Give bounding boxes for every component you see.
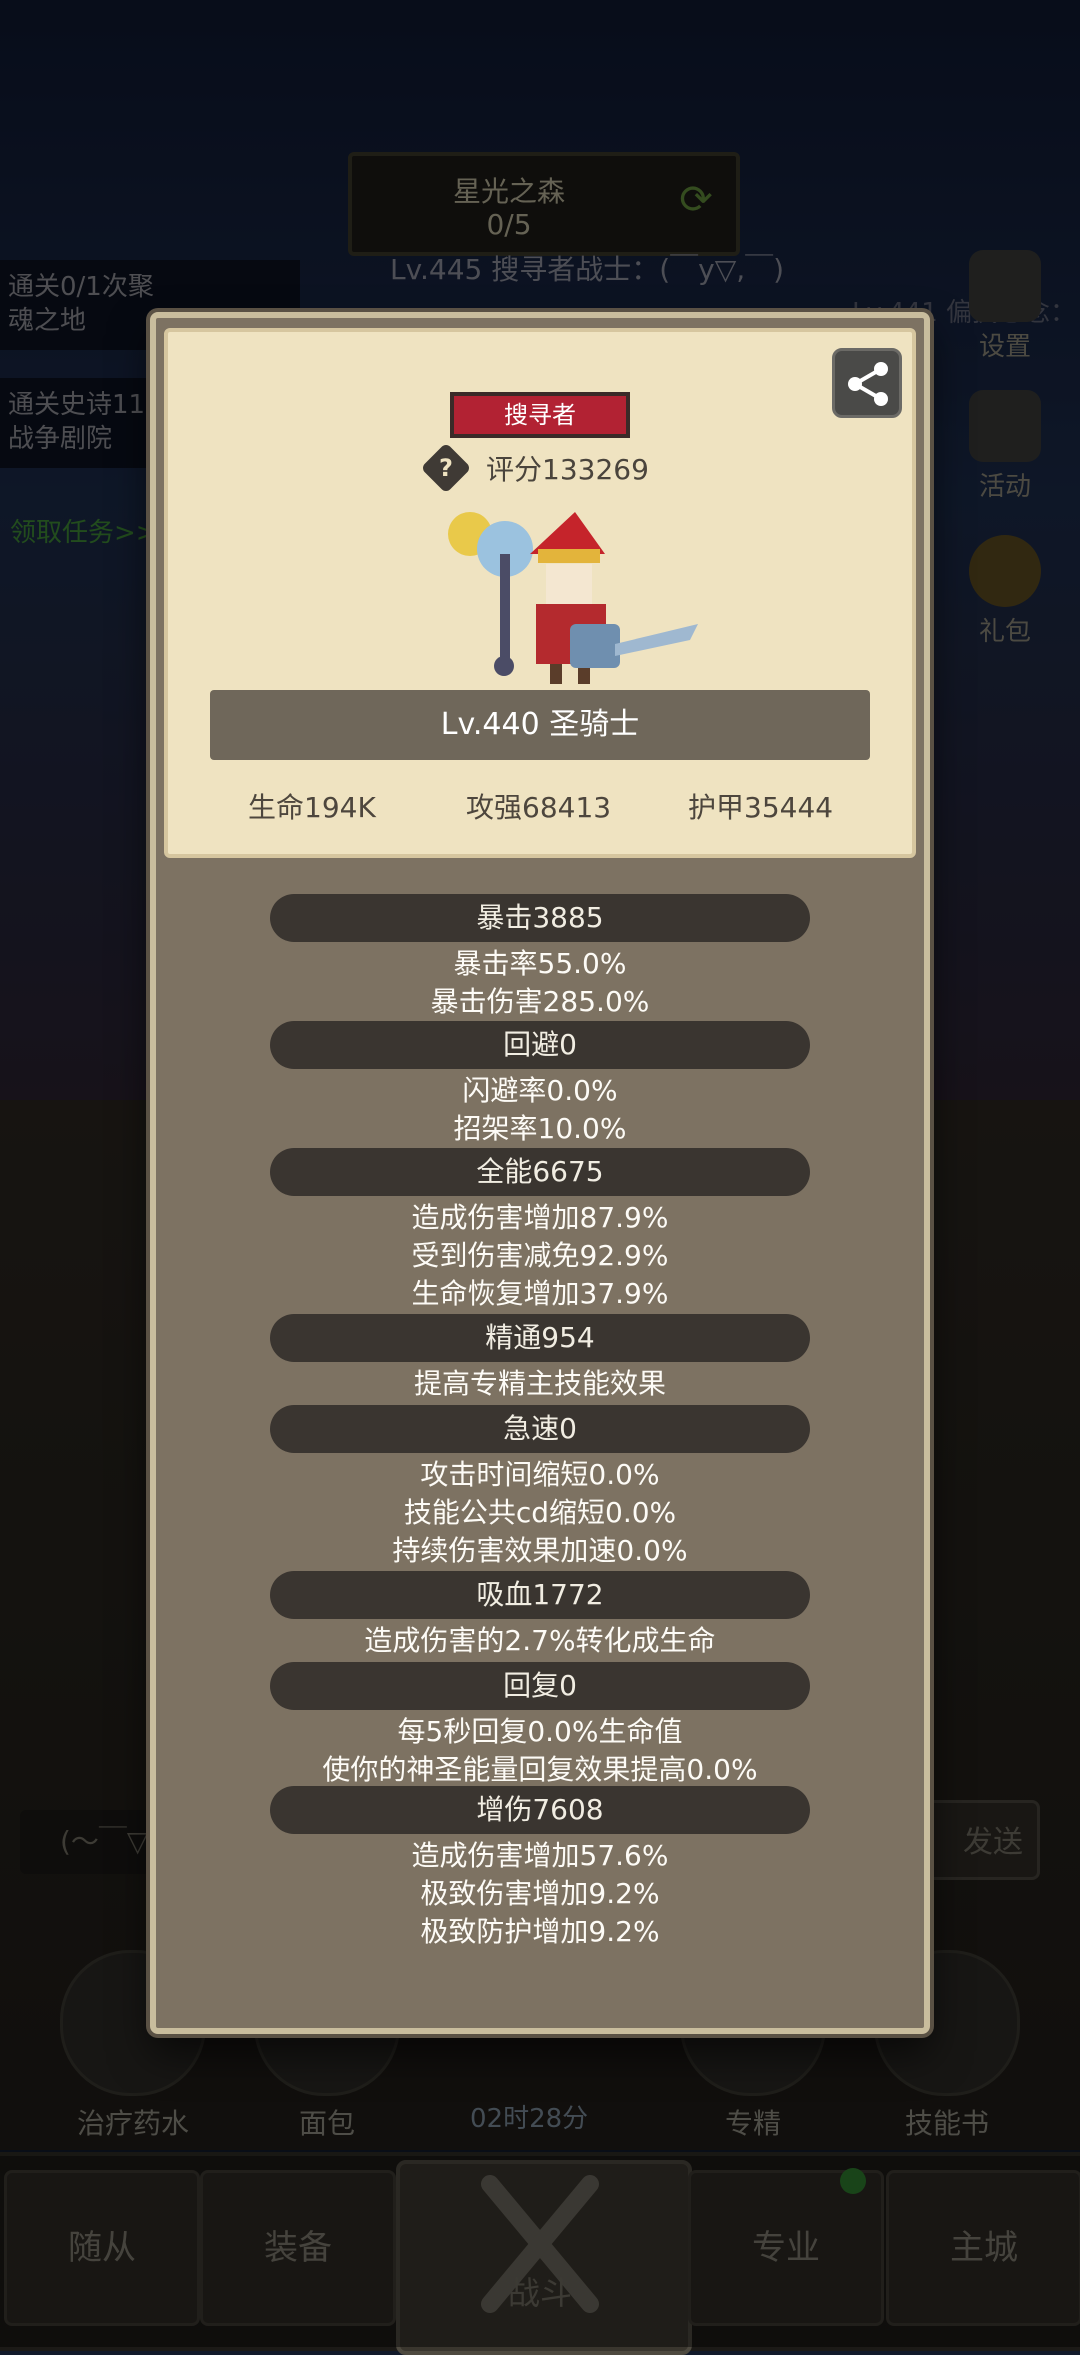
stat-attack: 攻强68413 bbox=[466, 791, 612, 824]
stat-line: 使你的神圣能量回复效果提高0.0% bbox=[322, 1753, 758, 1786]
stat-line: 提高专精主技能效果 bbox=[413, 1367, 666, 1400]
section-damage-increase: 增伤7608 bbox=[270, 1786, 810, 1834]
stat-line: 攻击时间缩短0.0% bbox=[420, 1458, 660, 1491]
stat-line: 造成伤害增加57.6% bbox=[411, 1839, 669, 1872]
stat-hp: 生命194K bbox=[248, 791, 376, 824]
section-mastery: 精通954 bbox=[270, 1314, 810, 1362]
stat-line: 暴击率55.0% bbox=[453, 947, 627, 980]
stat-line: 招架率10.0% bbox=[453, 1112, 627, 1145]
section-regen: 回复0 bbox=[270, 1662, 810, 1710]
class-tag: 搜寻者 bbox=[450, 392, 630, 438]
stat-line: 生命恢复增加37.9% bbox=[411, 1277, 669, 1310]
question-mark-icon: ? bbox=[439, 454, 453, 482]
stat-line: 每5秒回复0.0%生命值 bbox=[397, 1715, 683, 1748]
share-icon bbox=[848, 362, 888, 406]
stat-line: 造成伤害的2.7%转化成生命 bbox=[364, 1624, 716, 1657]
section-leech: 吸血1772 bbox=[270, 1571, 810, 1619]
stat-line: 闪避率0.0% bbox=[462, 1074, 618, 1107]
stat-line: 技能公共cd缩短0.0% bbox=[403, 1496, 677, 1529]
section-avoidance: 回避0 bbox=[270, 1021, 810, 1069]
stat-line: 极致伤害增加9.2% bbox=[420, 1877, 660, 1910]
paladin-avatar bbox=[448, 512, 698, 684]
score: 评分133269 bbox=[486, 453, 649, 486]
stat-line: 受到伤害减免92.9% bbox=[411, 1239, 669, 1272]
stat-line: 持续伤害效果加速0.0% bbox=[392, 1534, 688, 1567]
stat-armor: 护甲35444 bbox=[688, 791, 834, 824]
share-button[interactable] bbox=[832, 348, 902, 418]
section-haste: 急速0 bbox=[270, 1405, 810, 1453]
hero-name: Lv.440 圣骑士 bbox=[440, 707, 640, 742]
section-crit: 暴击3885 bbox=[270, 894, 810, 942]
stat-line: 极致防护增加9.2% bbox=[420, 1915, 660, 1948]
stat-line: 暴击伤害285.0% bbox=[430, 985, 650, 1018]
section-versatility: 全能6675 bbox=[270, 1148, 810, 1196]
stat-line: 造成伤害增加87.9% bbox=[411, 1201, 669, 1234]
